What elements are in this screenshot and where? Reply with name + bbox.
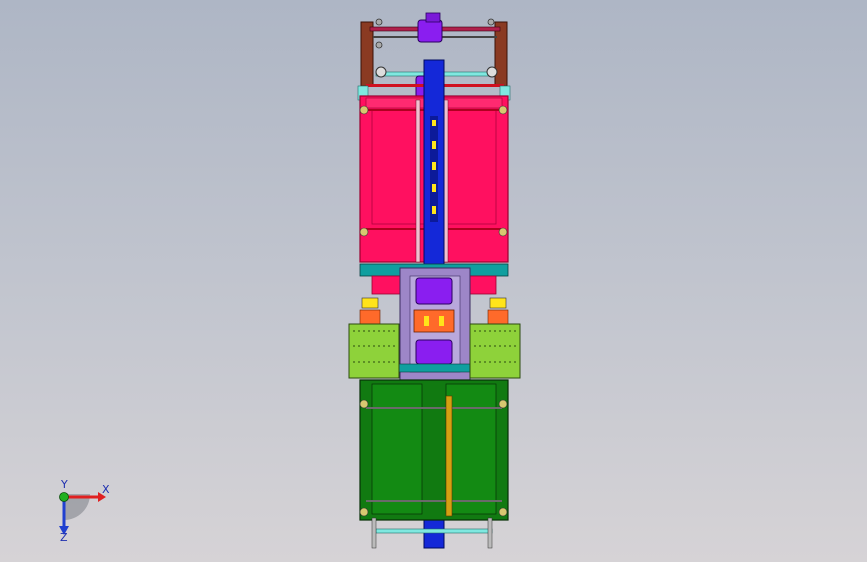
x-axis-label: X xyxy=(102,483,110,496)
left-yellow-block xyxy=(361,297,379,309)
green-right-mount-bottom xyxy=(498,507,508,517)
red-left-mount-bottom xyxy=(359,227,369,237)
right-lime-panel[interactable] xyxy=(469,323,521,379)
right-pulley xyxy=(486,66,498,78)
green-cross-rod-bottom xyxy=(366,500,502,502)
belt-yellow-mark-3 xyxy=(432,162,436,170)
left-guide-rail xyxy=(415,99,421,263)
left-bolt-2 xyxy=(375,18,383,26)
coupling-yellow-right xyxy=(439,316,444,326)
right-orange-block xyxy=(487,309,509,325)
belt-yellow-mark-2 xyxy=(432,141,436,149)
right-brown-post xyxy=(494,21,508,87)
bottom-left-post xyxy=(371,517,377,549)
belt-yellow-mark-4 xyxy=(432,184,436,192)
left-brown-post xyxy=(360,21,374,87)
green-left-mount-bottom xyxy=(359,507,369,517)
upper-purple-roller xyxy=(415,277,453,305)
teal-crossbar-bottom xyxy=(395,363,473,373)
green-left-mount-top xyxy=(359,399,369,409)
cad-viewport[interactable] xyxy=(0,0,867,562)
belt-yellow-mark-5 xyxy=(432,206,436,214)
orientation-triad: X Y Z xyxy=(59,480,110,542)
right-guide-rail xyxy=(443,99,449,263)
right-yellow-block xyxy=(489,297,507,309)
green-panel-right xyxy=(445,383,497,515)
y-axis-dot xyxy=(59,492,69,502)
orange-coupling xyxy=(413,309,455,333)
top-roller-hub xyxy=(425,12,441,23)
coupling-yellow-left xyxy=(424,316,429,326)
y-axis-label: Y xyxy=(60,480,68,491)
green-panel-left xyxy=(371,383,423,515)
red-right-mount-bottom xyxy=(498,227,508,237)
lower-purple-roller xyxy=(415,339,453,365)
left-bolt xyxy=(375,41,383,49)
left-lime-panel[interactable] xyxy=(348,323,400,379)
red-right-mount-top xyxy=(498,105,508,115)
gold-rail xyxy=(445,395,453,517)
green-cross-rod-top xyxy=(366,407,502,409)
top-purple-roller xyxy=(417,19,443,43)
right-bolt xyxy=(487,18,495,26)
red-left-mount-top xyxy=(359,105,369,115)
left-pulley xyxy=(375,66,387,78)
left-orange-block xyxy=(359,309,381,325)
bottom-right-post xyxy=(487,517,493,549)
green-right-mount-top xyxy=(498,399,508,409)
belt-yellow-mark-1 xyxy=(432,120,436,126)
bottom-cyan-rod xyxy=(375,528,493,534)
red-panel-right-inner xyxy=(445,109,497,225)
z-axis-label: Z xyxy=(60,531,68,542)
